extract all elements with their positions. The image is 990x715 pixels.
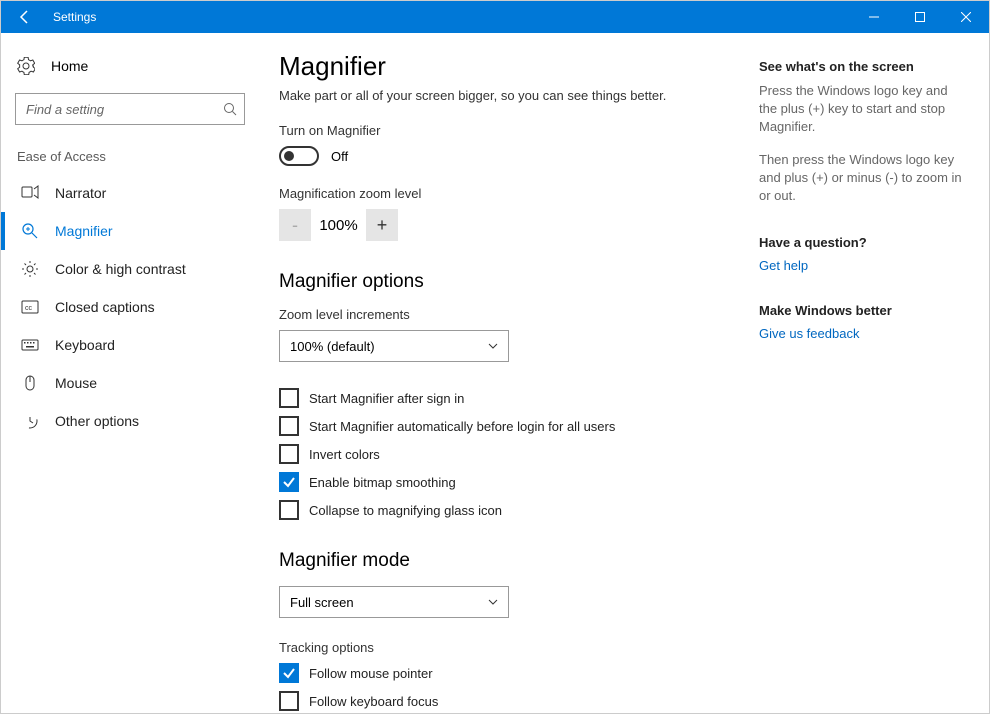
svg-text:cc: cc — [25, 305, 33, 312]
checkbox-row: Start Magnifier after sign in — [279, 388, 739, 408]
arrow-left-icon — [17, 9, 33, 25]
checkbox[interactable] — [279, 691, 299, 711]
checkbox-row: Start Magnifier automatically before log… — [279, 416, 739, 436]
page-subtitle: Make part or all of your screen bigger, … — [279, 88, 739, 103]
mode-dropdown[interactable]: Full screen — [279, 586, 509, 618]
zoom-increments-dropdown[interactable]: 100% (default) — [279, 330, 509, 362]
checkbox-row: Follow keyboard focus — [279, 691, 739, 711]
home-button[interactable]: Home — [1, 47, 259, 85]
keyboard-icon — [21, 336, 39, 354]
zoom-value: 100% — [311, 217, 366, 234]
sidebar-item-label: Other options — [55, 413, 139, 429]
aside: See what's on the screen Press the Windo… — [759, 51, 969, 715]
dropdown-value: Full screen — [290, 595, 354, 610]
maximize-button[interactable] — [897, 1, 943, 33]
sidebar-item-keyboard[interactable]: Keyboard — [1, 326, 259, 364]
titlebar: Settings — [1, 1, 989, 33]
brightness-icon — [21, 260, 39, 278]
section-header: Ease of Access — [1, 139, 259, 174]
sidebar-item-label: Magnifier — [55, 223, 113, 239]
checkbox[interactable] — [279, 663, 299, 683]
checkbox-label: Collapse to magnifying glass icon — [309, 503, 502, 518]
narrator-icon — [21, 184, 39, 202]
sidebar-item-mouse[interactable]: Mouse — [1, 364, 259, 402]
mode-header: Magnifier mode — [279, 550, 739, 572]
sidebar-item-other[interactable]: Other options — [1, 402, 259, 440]
minimize-button[interactable] — [851, 1, 897, 33]
sidebar-item-label: Narrator — [55, 185, 106, 201]
feedback-header: Make Windows better — [759, 303, 969, 318]
zoom-increments-label: Zoom level increments — [279, 307, 739, 322]
window-title: Settings — [49, 10, 851, 24]
search-icon — [223, 102, 237, 116]
chevron-down-icon — [488, 597, 498, 607]
sidebar-item-captions[interactable]: cc Closed captions — [1, 288, 259, 326]
magnifier-toggle[interactable] — [279, 146, 319, 166]
window-controls — [851, 1, 989, 33]
mouse-icon — [21, 374, 39, 392]
search-box[interactable] — [15, 93, 245, 125]
checkbox[interactable] — [279, 444, 299, 464]
captions-icon: cc — [21, 298, 39, 316]
checkbox[interactable] — [279, 388, 299, 408]
sidebar: Home Ease of Access Narrator Magnifier C… — [1, 33, 259, 715]
close-icon — [961, 12, 971, 22]
see-header: See what's on the screen — [759, 59, 969, 74]
close-button[interactable] — [943, 1, 989, 33]
dropdown-value: 100% (default) — [290, 339, 375, 354]
checkbox[interactable] — [279, 500, 299, 520]
checkbox-row: Invert colors — [279, 444, 739, 464]
see-p1: Press the Windows logo key and the plus … — [759, 82, 969, 137]
minimize-icon — [869, 12, 879, 22]
options-header: Magnifier options — [279, 271, 739, 293]
checkbox[interactable] — [279, 416, 299, 436]
sidebar-item-label: Closed captions — [55, 299, 155, 315]
question-header: Have a question? — [759, 235, 969, 250]
see-p2: Then press the Windows logo key and plus… — [759, 151, 969, 206]
gear-icon — [17, 57, 35, 75]
turn-on-label: Turn on Magnifier — [279, 123, 739, 138]
checkmark-icon — [282, 666, 296, 680]
sidebar-item-label: Mouse — [55, 375, 97, 391]
search-input[interactable] — [15, 93, 245, 125]
checkbox-row: Follow mouse pointer — [279, 663, 739, 683]
checkbox-label: Follow keyboard focus — [309, 694, 438, 709]
page-title: Magnifier — [279, 51, 739, 82]
checkmark-icon — [282, 475, 296, 489]
checkbox-row: Collapse to magnifying glass icon — [279, 500, 739, 520]
checkbox-row: Enable bitmap smoothing — [279, 472, 739, 492]
zoom-minus-button[interactable]: - — [279, 209, 311, 241]
sidebar-item-narrator[interactable]: Narrator — [1, 174, 259, 212]
chevron-down-icon — [488, 341, 498, 351]
sidebar-item-label: Color & high contrast — [55, 261, 186, 277]
checkbox-label: Start Magnifier automatically before log… — [309, 419, 615, 434]
zoom-plus-button[interactable]: + — [366, 209, 398, 241]
checkbox[interactable] — [279, 472, 299, 492]
checkbox-label: Invert colors — [309, 447, 380, 462]
zoom-label: Magnification zoom level — [279, 186, 739, 201]
checkbox-label: Start Magnifier after sign in — [309, 391, 464, 406]
get-help-link[interactable]: Get help — [759, 258, 969, 273]
maximize-icon — [915, 12, 925, 22]
main-content: Magnifier Make part or all of your scree… — [259, 33, 989, 715]
feedback-link[interactable]: Give us feedback — [759, 326, 969, 341]
tracking-header: Tracking options — [279, 640, 739, 655]
checkbox-label: Follow mouse pointer — [309, 666, 433, 681]
checkbox-label: Enable bitmap smoothing — [309, 475, 456, 490]
toggle-state: Off — [331, 149, 348, 164]
sidebar-item-color[interactable]: Color & high contrast — [1, 250, 259, 288]
back-button[interactable] — [1, 1, 49, 33]
magnifier-icon — [21, 222, 39, 240]
home-label: Home — [51, 58, 88, 74]
other-icon — [21, 412, 39, 430]
sidebar-item-label: Keyboard — [55, 337, 115, 353]
sidebar-item-magnifier[interactable]: Magnifier — [1, 212, 259, 250]
